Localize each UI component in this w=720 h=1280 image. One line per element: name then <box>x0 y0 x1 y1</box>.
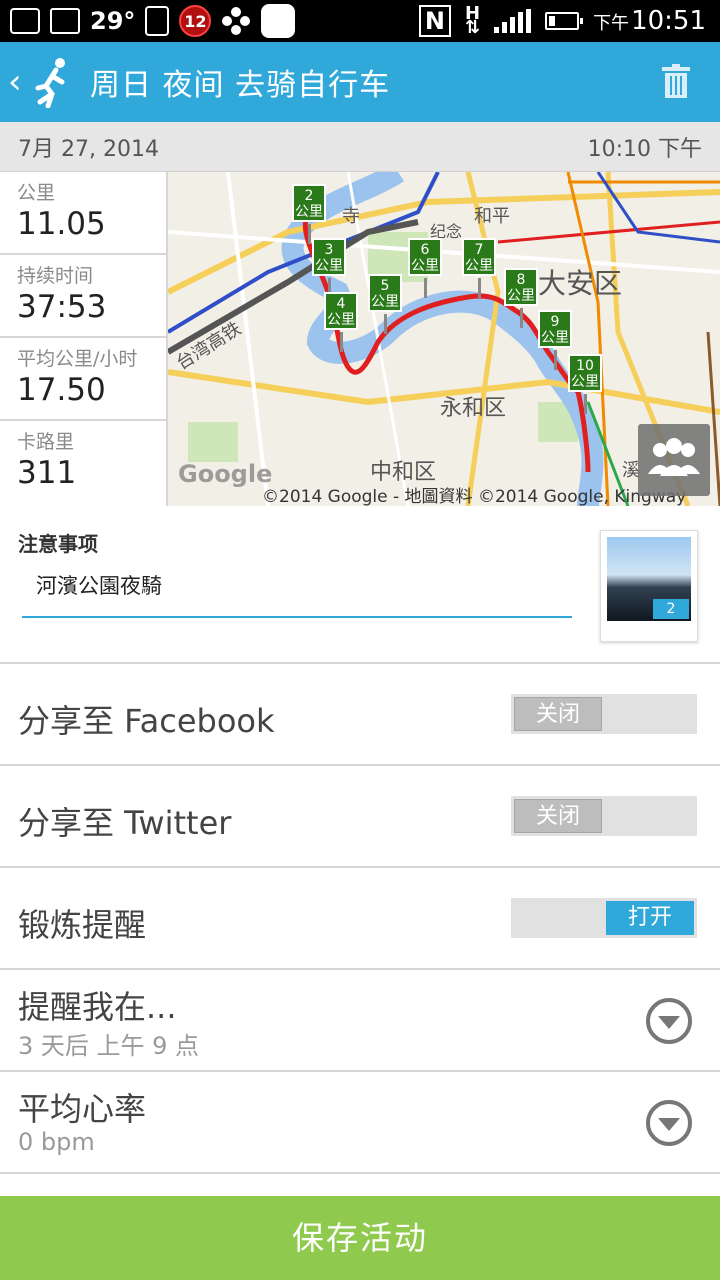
app-icon <box>261 4 296 38</box>
date-bar: 7月 27, 2014 10:10 下午 <box>0 122 720 172</box>
runner-icon[interactable] <box>32 56 72 108</box>
battery-icon <box>545 12 584 30</box>
heart-rate-label: 平均心率 <box>18 1090 147 1128</box>
map-label-temple: 寺 <box>342 206 360 227</box>
km-marker[interactable]: 9 公里 <box>538 310 572 370</box>
stat-distance: 公里 11.05 <box>0 172 166 255</box>
signal-icon <box>494 9 532 33</box>
map-copyright: ©2014 Google - 地圖資料 ©2014 Google, Kingwa… <box>262 487 687 506</box>
page-title: 周日 夜间 去骑自行车 <box>90 68 391 103</box>
toggle-knob: 关闭 <box>514 799 602 833</box>
notes-heading: 注意事项 <box>18 532 98 556</box>
heart-rate-row[interactable]: 平均心率 0 bpm <box>0 1072 720 1174</box>
km-marker[interactable]: 4 公里 <box>324 292 358 352</box>
stat-label: 持续时间 <box>17 265 94 287</box>
app-bar: ‹ 周日 夜间 去骑自行车 <box>0 42 720 122</box>
notes-input[interactable]: 河濱公園夜騎 <box>22 566 572 618</box>
nfc-icon: N <box>418 5 451 37</box>
remind-at-value: 3 天后 上午 9 点 <box>18 1032 200 1060</box>
pinwheel-icon <box>222 7 251 35</box>
twitter-share-label: 分享至 Twitter <box>18 804 232 842</box>
stat-label: 平均公里/小时 <box>17 348 138 370</box>
heart-rate-value: 0 bpm <box>18 1128 95 1156</box>
km-marker[interactable]: 5 公里 <box>368 274 402 334</box>
people-icon[interactable] <box>638 424 710 496</box>
map-label-park: 和平 <box>474 206 510 227</box>
route-map[interactable]: 大安区 永和区 中和区 台湾高铁 和平 纪念 寺 溪 2 公里 3 公里 4 公里 5… <box>168 172 720 506</box>
map-label-daan: 大安区 <box>538 267 623 300</box>
twitter-share-toggle[interactable]: 关闭 <box>511 796 697 836</box>
activity-date: 7月 27, 2014 <box>18 136 159 162</box>
workout-reminder-toggle[interactable]: 打开 <box>511 898 697 938</box>
clock: 下午10:51 <box>593 6 706 36</box>
google-logo: Google <box>178 460 273 488</box>
photo-thumbnail[interactable]: 2 <box>600 530 698 642</box>
remind-at-label: 提醒我在... <box>18 988 177 1026</box>
facebook-share-toggle[interactable]: 关闭 <box>511 694 697 734</box>
km-marker[interactable]: 10 公里 <box>568 354 602 414</box>
workout-reminder-row: 锻炼提醒 打开 <box>0 868 720 970</box>
stat-value: 17.50 <box>17 372 106 408</box>
km-marker[interactable]: 8 公里 <box>504 268 538 328</box>
km-marker[interactable]: 6 公里 <box>408 238 442 298</box>
toggle-knob: 关闭 <box>514 697 602 731</box>
leaf-icon <box>10 8 40 34</box>
temperature: 29° <box>90 7 136 35</box>
network-icon: H ⇅ <box>464 3 481 38</box>
save-activity-button[interactable]: 保存活动 <box>0 1196 720 1280</box>
toggle-knob: 打开 <box>606 901 694 935</box>
twitter-share-row: 分享至 Twitter 关闭 <box>0 766 720 868</box>
stat-avg-speed: 平均公里/小时 17.50 <box>0 338 166 421</box>
km-marker[interactable]: 3 公里 <box>312 238 346 298</box>
km-marker[interactable]: 2 公里 <box>292 184 326 244</box>
facebook-share-label: 分享至 Facebook <box>18 702 275 740</box>
workout-reminder-label: 锻炼提醒 <box>18 906 147 944</box>
discount-tag-icon <box>145 6 170 36</box>
facebook-share-row: 分享至 Facebook 关闭 <box>0 664 720 766</box>
stat-value: 311 <box>17 455 77 491</box>
stat-value: 11.05 <box>17 206 106 242</box>
chevron-down-icon[interactable] <box>644 1098 694 1148</box>
trash-icon[interactable] <box>662 64 690 98</box>
map-label-yonghe: 永和区 <box>440 396 507 421</box>
notification-badge: 12 <box>179 5 212 37</box>
km-marker[interactable]: 7 公里 <box>462 238 496 298</box>
chevron-left-icon[interactable]: ‹ <box>8 62 26 102</box>
notes-section: 注意事项 河濱公園夜騎 2 <box>0 506 720 664</box>
stats-panel: 公里 11.05 持续时间 37:53 平均公里/小时 17.50 卡路里 31… <box>0 172 168 506</box>
stat-calories: 卡路里 311 <box>0 421 166 504</box>
stat-value: 37:53 <box>17 289 107 325</box>
chevron-down-icon[interactable] <box>644 996 694 1046</box>
power-icon <box>50 8 80 34</box>
photo-count-badge: 2 <box>653 599 689 619</box>
stat-label: 卡路里 <box>17 431 75 453</box>
stat-duration: 持续时间 37:53 <box>0 255 166 338</box>
stat-label: 公里 <box>17 182 56 204</box>
remind-at-row[interactable]: 提醒我在... 3 天后 上午 9 点 <box>0 970 720 1072</box>
activity-time: 10:10 下午 <box>587 136 702 162</box>
status-bar: 29° 12 N H ⇅ 下午10:51 <box>0 0 720 42</box>
